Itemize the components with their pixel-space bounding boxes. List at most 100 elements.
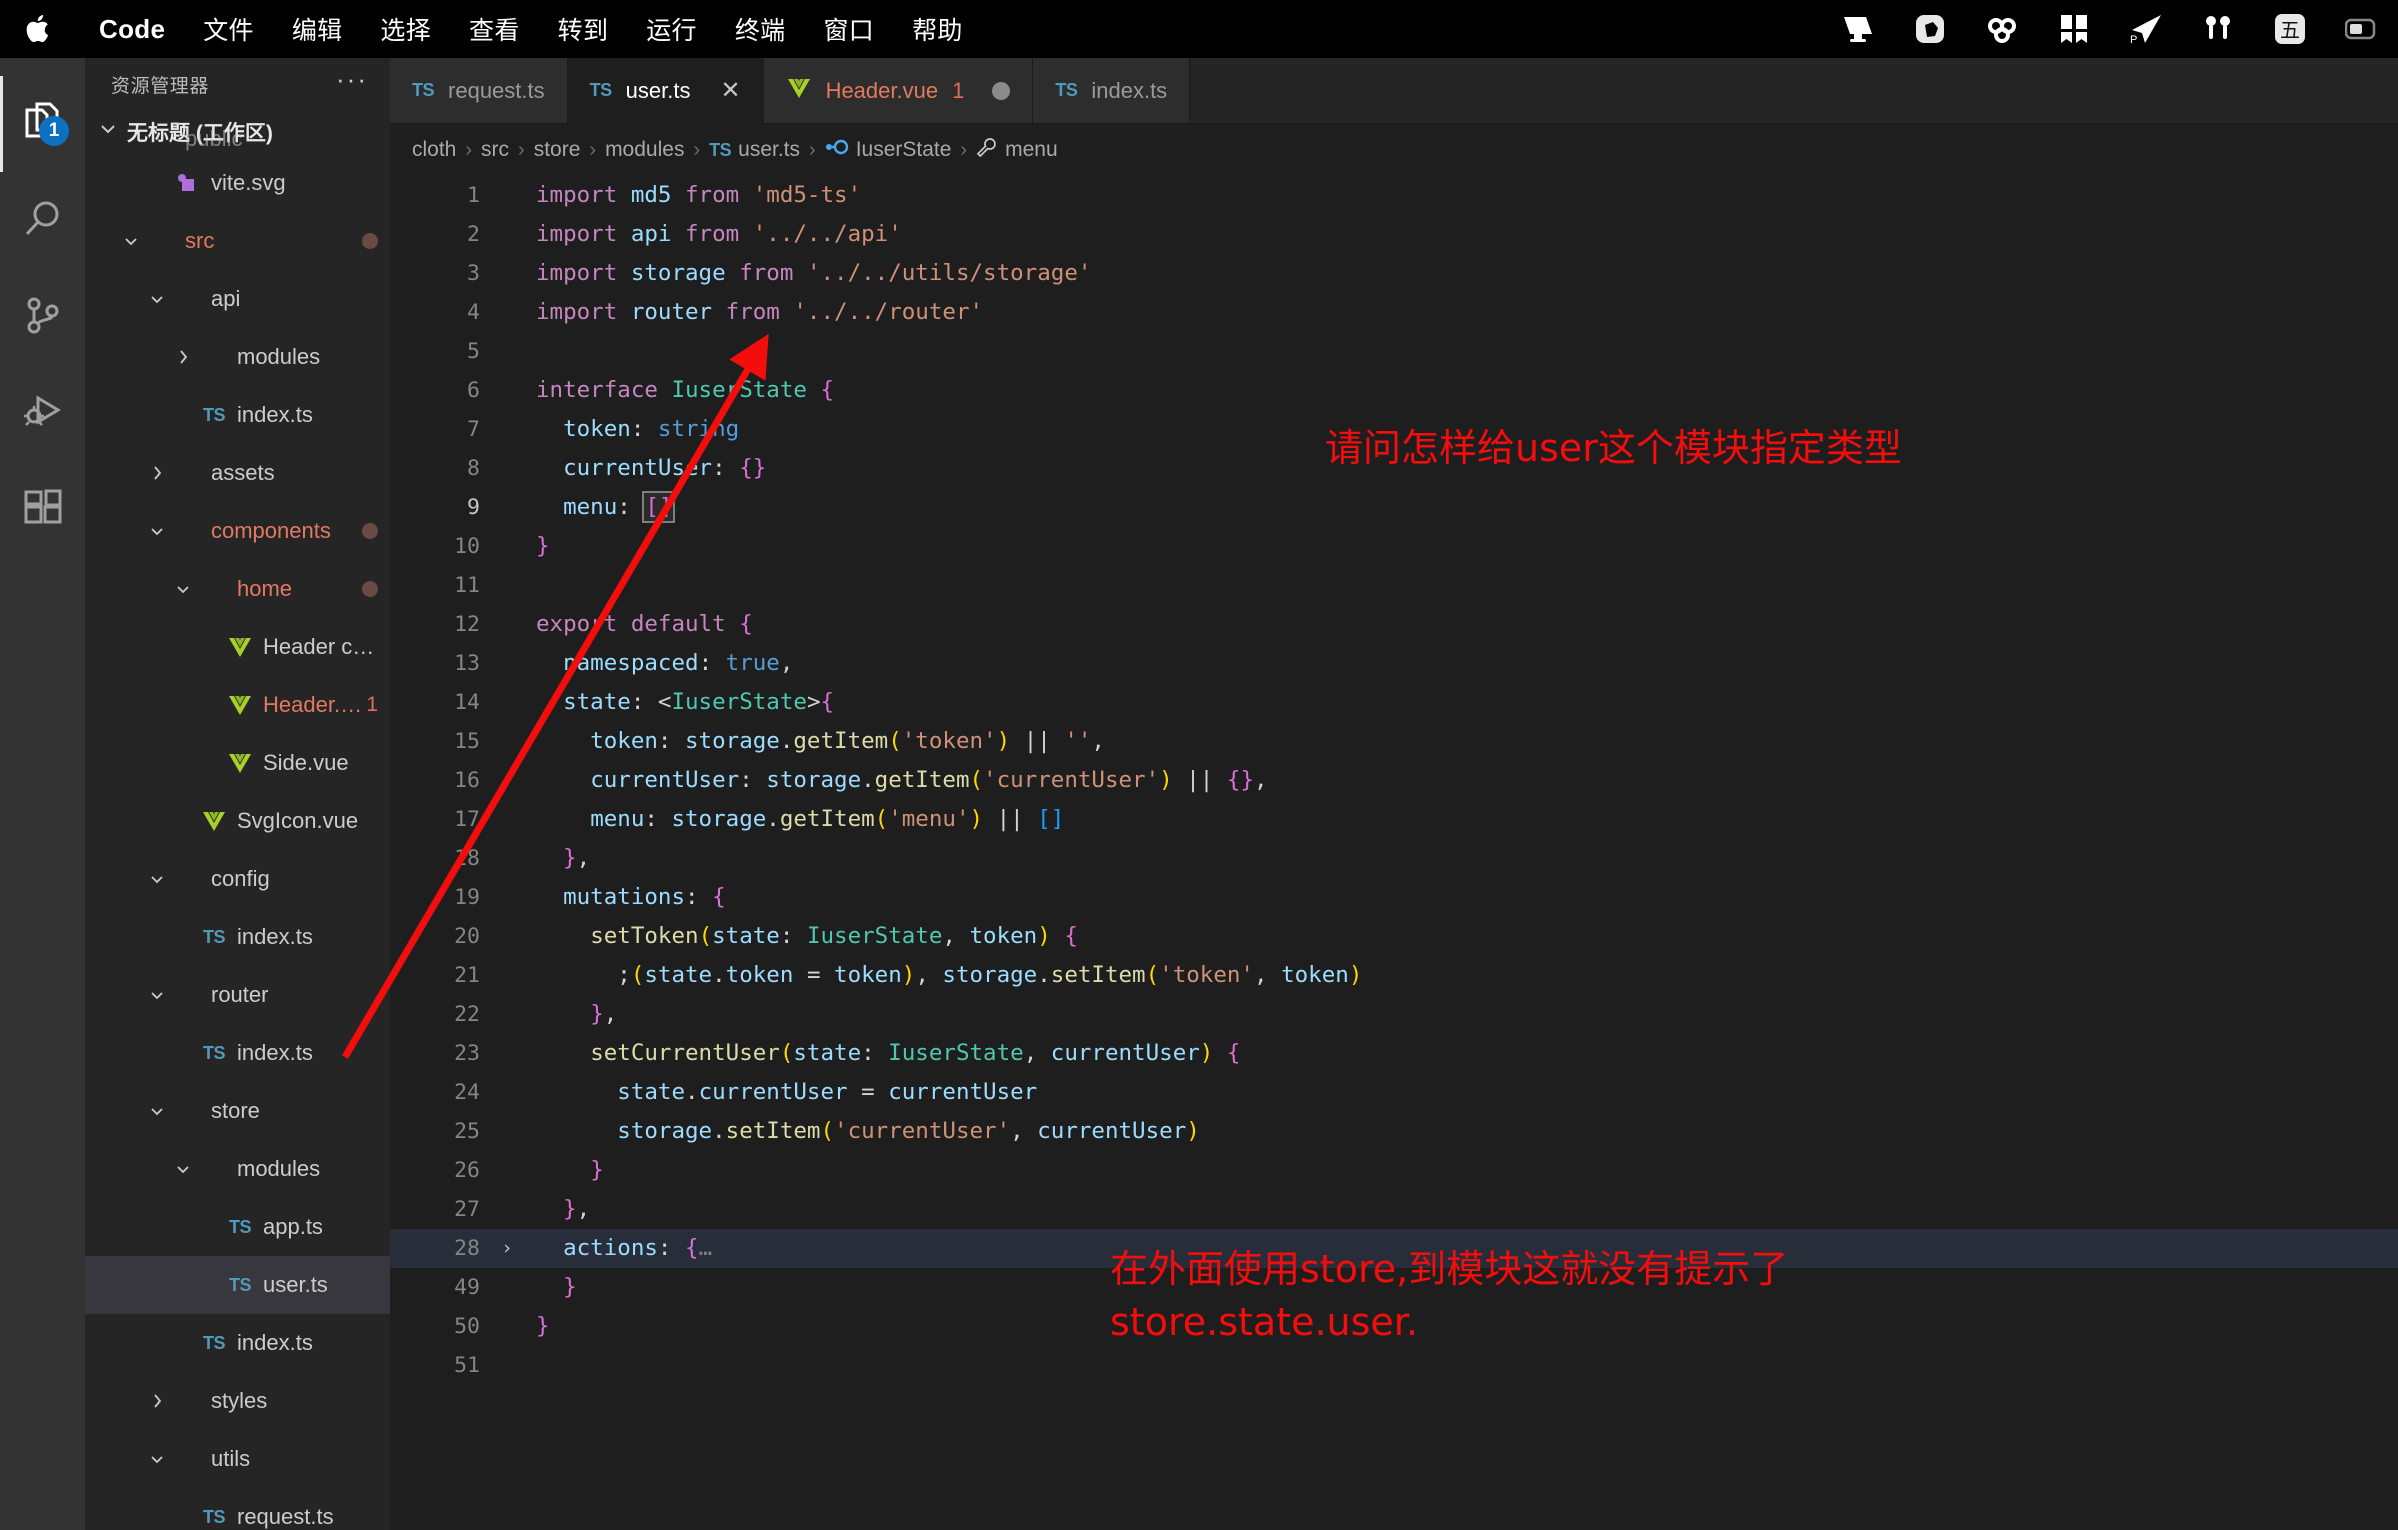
code-line[interactable]: 4 import router from '../../router' (390, 293, 2398, 332)
activity-source-control-icon[interactable] (0, 268, 85, 364)
tree-item-modules[interactable]: modules (85, 328, 390, 386)
code-line[interactable]: 21 ;(state.token = token), storage.setIt… (390, 956, 2398, 995)
code-line[interactable]: 25 storage.setItem('currentUser', curren… (390, 1112, 2398, 1151)
display-icon[interactable] (1838, 9, 1878, 49)
tree-item-svgicon-vue[interactable]: SvgIcon.vue (85, 792, 390, 850)
code-line[interactable]: 8 currentUser: {} (390, 449, 2398, 488)
tree-item-header-vue[interactable]: Header.vue 1 (85, 676, 390, 734)
code-line[interactable]: 49 } (390, 1268, 2398, 1307)
activity-extensions-icon[interactable] (0, 460, 85, 556)
code-line[interactable]: 28 › actions: {… (390, 1229, 2398, 1268)
code-line[interactable]: 27 }, (390, 1190, 2398, 1229)
code-line[interactable]: 17 menu: storage.getItem('menu') || [] (390, 800, 2398, 839)
code-line[interactable]: 16 currentUser: storage.getItem('current… (390, 761, 2398, 800)
tree-item-utils[interactable]: utils (85, 1430, 390, 1488)
tree-item-public[interactable]: public (85, 124, 390, 154)
tree-item-request-ts[interactable]: TS request.ts (85, 1488, 390, 1530)
code-editor[interactable]: 1 import md5 from 'md5-ts' 2 import api fro… (390, 176, 2398, 1530)
tree-item-vite-svg[interactable]: vite.svg (85, 154, 390, 212)
chevron-down-icon[interactable] (117, 231, 145, 251)
tree-item-router[interactable]: router (85, 966, 390, 1024)
breadcrumb-item-user-ts[interactable]: TS user.ts (709, 138, 800, 162)
tree-item-index-ts[interactable]: TS index.ts (85, 908, 390, 966)
menu-run[interactable]: 运行 (627, 11, 716, 47)
chevron-down-icon[interactable] (169, 1159, 197, 1179)
code-line[interactable]: 26 } (390, 1151, 2398, 1190)
code-line[interactable]: 13 namespaced: true, (390, 644, 2398, 683)
note-icon[interactable] (1910, 9, 1950, 49)
menu-help[interactable]: 帮助 (893, 11, 982, 47)
code-line[interactable]: 11 (390, 566, 2398, 605)
chevron-down-icon[interactable] (143, 521, 171, 541)
code-line[interactable]: 18 }, (390, 839, 2398, 878)
code-line[interactable]: 15 token: storage.getItem('token') || ''… (390, 722, 2398, 761)
tree-item-config[interactable]: config (85, 850, 390, 908)
airpods-icon[interactable] (2198, 9, 2238, 49)
tree-item-index-ts[interactable]: TS index.ts (85, 386, 390, 444)
menu-file[interactable]: 文件 (184, 11, 273, 47)
menu-terminal[interactable]: 终端 (716, 11, 805, 47)
menu-view[interactable]: 查看 (450, 11, 539, 47)
tree-item-index-ts[interactable]: TS index.ts (85, 1314, 390, 1372)
grid-bookmark-icon[interactable] (2054, 9, 2094, 49)
code-line[interactable]: 1 import md5 from 'md5-ts' (390, 176, 2398, 215)
chevron-right-icon[interactable] (143, 463, 171, 483)
menu-edit[interactable]: 编辑 (273, 11, 362, 47)
tree-item-index-ts[interactable]: TS index.ts (85, 1024, 390, 1082)
activity-explorer-icon[interactable]: 1 (0, 76, 85, 172)
tree-item-store[interactable]: store (85, 1082, 390, 1140)
chevron-down-icon[interactable] (143, 289, 171, 309)
editor-tab-header-vue[interactable]: Header.vue 1 (763, 58, 1034, 123)
menu-select[interactable]: 选择 (361, 11, 450, 47)
explorer-more-actions-icon[interactable]: ··· (336, 66, 368, 94)
tree-item-src[interactable]: src (85, 212, 390, 270)
tree-item-user-ts[interactable]: TS user.ts (85, 1256, 390, 1314)
code-line[interactable]: 14 state: <IuserState>{ (390, 683, 2398, 722)
code-line[interactable]: 22 }, (390, 995, 2398, 1034)
code-line[interactable]: 23 setCurrentUser(state: IuserState, cur… (390, 1034, 2398, 1073)
activity-run-debug-icon[interactable] (0, 364, 85, 460)
chevron-down-icon[interactable] (169, 579, 197, 599)
tree-item-styles[interactable]: styles (85, 1372, 390, 1430)
code-content[interactable]: 1 import md5 from 'md5-ts' 2 import api fro… (390, 176, 2398, 1385)
code-line[interactable]: 6 interface IuserState { (390, 371, 2398, 410)
tree-item-components[interactable]: components (85, 502, 390, 560)
cloud-sync-icon[interactable] (1982, 9, 2022, 49)
chevron-down-icon[interactable] (143, 1449, 171, 1469)
code-line[interactable]: 19 mutations: { (390, 878, 2398, 917)
editor-tab-request-ts[interactable]: TS request.ts (390, 58, 568, 123)
tree-item-assets[interactable]: assets (85, 444, 390, 502)
apple-logo-icon[interactable] (22, 9, 58, 49)
code-line[interactable]: 9 menu: [] (390, 488, 2398, 527)
code-line[interactable]: 12 export default { (390, 605, 2398, 644)
breadcrumb-item-cloth[interactable]: cloth (412, 138, 456, 162)
menu-app-name[interactable]: Code (80, 14, 184, 45)
activity-search-icon[interactable] (0, 172, 85, 268)
tree-item-api[interactable]: api (85, 270, 390, 328)
code-line[interactable]: 5 (390, 332, 2398, 371)
menu-window[interactable]: 窗口 (804, 11, 893, 47)
tree-item-modules[interactable]: modules (85, 1140, 390, 1198)
chevron-right-icon[interactable] (169, 347, 197, 367)
tree-item-side-vue[interactable]: Side.vue (85, 734, 390, 792)
breadcrumb-item-src[interactable]: src (481, 138, 509, 162)
battery-icon[interactable] (2342, 9, 2382, 49)
menu-goto[interactable]: 转到 (539, 11, 628, 47)
tab-close-icon[interactable]: ✕ (720, 78, 740, 103)
breadcrumb-item-iuserstate[interactable]: IuserState (825, 138, 951, 162)
tree-item-header-copy-vue[interactable]: Header copy.vue (85, 618, 390, 676)
breadcrumb-item-store[interactable]: store (534, 138, 581, 162)
tab-dirty-dot-icon[interactable] (992, 81, 1011, 100)
code-line[interactable]: 50} (390, 1307, 2398, 1346)
code-line[interactable]: 7 token: string (390, 410, 2398, 449)
editor-tab-user-ts[interactable]: TS user.ts ✕ (567, 58, 764, 123)
input-method-wu-icon[interactable]: 五 (2270, 9, 2310, 49)
chevron-down-icon[interactable] (143, 869, 171, 889)
breadcrumb-item-modules[interactable]: modules (605, 138, 684, 162)
fold-toggle-icon[interactable]: › (490, 1229, 524, 1268)
breadcrumb-item-menu[interactable]: menu (976, 137, 1058, 163)
editor-tab-index-ts[interactable]: TS index.ts (1033, 58, 1191, 123)
code-line[interactable]: 24 state.currentUser = currentUser (390, 1073, 2398, 1112)
code-line[interactable]: 51 (390, 1346, 2398, 1385)
tree-item-home[interactable]: home (85, 560, 390, 618)
